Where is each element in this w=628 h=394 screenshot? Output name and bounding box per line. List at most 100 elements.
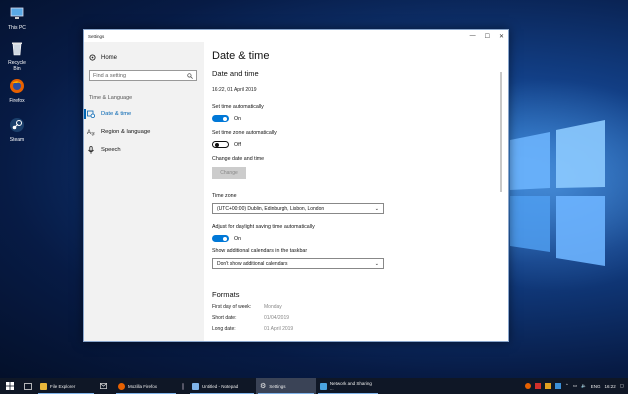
globe-language-icon: A字	[87, 130, 95, 137]
chevron-up-icon[interactable]: ⌃	[565, 383, 569, 389]
sidebar-item-home[interactable]: Home	[84, 42, 204, 61]
chevron-down-icon: ⌄	[374, 260, 379, 267]
svg-text:字: 字	[91, 131, 95, 137]
steam-icon	[10, 118, 24, 132]
speaker-icon[interactable]: 🔈	[581, 383, 587, 389]
firefox-tray-icon[interactable]	[525, 383, 532, 389]
toggle-state: On	[234, 115, 242, 122]
current-datetime: 16:22, 01 April 2019	[212, 87, 257, 93]
app-icon	[182, 382, 184, 390]
formats-title: Formats	[212, 290, 240, 299]
notepad-icon	[192, 382, 199, 390]
toggle-state: Off	[234, 141, 241, 148]
mail-icon	[100, 383, 107, 389]
start-button[interactable]	[0, 378, 20, 394]
taskbar-item-mail[interactable]	[96, 378, 114, 394]
folder-icon	[40, 382, 47, 390]
set-time-auto-label: Set time automatically	[212, 104, 264, 110]
change-button[interactable]: Change	[212, 167, 246, 179]
sidebar-home-label: Home	[101, 54, 118, 61]
sidebar-item-date-time[interactable]: Date & time	[84, 105, 204, 123]
taskbar-item-label: Settings	[269, 383, 286, 389]
task-view-icon	[24, 382, 32, 390]
taskbar-item-network[interactable]: Network and Sharing ...	[316, 378, 380, 394]
set-timezone-auto-toggle[interactable]	[212, 141, 229, 148]
gear-icon	[89, 54, 96, 61]
settings-window: Settings — ☐ ✕ Home Find a setting Time …	[83, 29, 509, 342]
network-icon[interactable]: ▭	[573, 383, 577, 389]
clock[interactable]: 16:22	[604, 384, 615, 389]
format-value: 01 April 2019	[264, 326, 294, 332]
desktop-icon-recycle-bin[interactable]: Recycle Bin	[4, 40, 30, 72]
sidebar-item-speech[interactable]: Speech	[84, 141, 204, 159]
section-title: Date and time	[212, 69, 259, 78]
taskbar-item-app[interactable]	[178, 378, 188, 394]
toggle-state: On	[234, 235, 242, 242]
calendars-label: Show additional calendars in the taskbar	[212, 248, 308, 254]
taskbar-item-label: Untitled - Notepad	[202, 383, 239, 389]
format-value: 01/04/2019	[264, 315, 290, 321]
chevron-down-icon: ⌄	[374, 205, 379, 212]
desktop-icon-this-pc[interactable]: This PC	[4, 5, 30, 31]
firefox-icon	[118, 382, 125, 390]
notification-icon[interactable]: ▢	[620, 383, 624, 389]
app-tray-icon[interactable]	[555, 383, 562, 389]
taskbar-item-notepad[interactable]: Untitled - Notepad	[188, 378, 256, 394]
main-content: Date & time Date and time 16:22, 01 Apri…	[212, 42, 502, 341]
time-zone-dropdown[interactable]: (UTC+00:00) Dublin, Edinburgh, Lisbon, L…	[212, 203, 384, 214]
minimize-button[interactable]: —	[470, 33, 476, 40]
calendars-value: Don't show additional calendars	[217, 260, 288, 267]
sidebar-item-label: Speech	[101, 147, 121, 153]
format-key: Long date:	[212, 326, 236, 332]
calendar-clock-icon	[87, 110, 95, 118]
sidebar-section-title: Time & Language	[89, 95, 133, 101]
gear-icon: ⚙	[260, 383, 267, 390]
page-title: Date & time	[212, 50, 270, 62]
taskbar-item-label: Mozilla Firefox	[128, 383, 158, 389]
taskbar-item-file-explorer[interactable]: File Explorer	[36, 378, 96, 394]
microphone-icon	[88, 146, 94, 154]
app-tray-icon[interactable]	[545, 383, 552, 389]
desktop-icon-label: Firefox	[9, 98, 25, 104]
taskbar-item-settings[interactable]: ⚙ Settings	[256, 378, 316, 394]
recycle-bin-icon	[12, 42, 22, 56]
taskbar-item-label: File Explorer	[50, 383, 76, 389]
desktop: This PC Recycle Bin Firefox Steam Settin…	[0, 0, 628, 378]
format-key: Short date:	[212, 315, 237, 321]
sidebar-item-label: Region & language	[101, 129, 151, 135]
sidebar-item-region-language[interactable]: A字 Region & language	[84, 123, 204, 141]
window-title: Settings	[88, 33, 105, 39]
scrollbar[interactable]	[500, 72, 502, 192]
title-bar[interactable]: Settings — ☐ ✕	[84, 30, 508, 42]
windows-start-icon	[6, 382, 14, 390]
set-timezone-auto-label: Set time zone automatically	[212, 130, 277, 136]
desktop-icon-label: Recycle Bin	[8, 60, 26, 72]
windows-logo-wallpaper	[510, 120, 605, 266]
computer-icon	[10, 7, 24, 19]
sidebar: Home Find a setting Time & Language Date…	[84, 42, 204, 341]
desktop-icon-label: Steam	[9, 137, 25, 143]
set-time-auto-toggle[interactable]	[212, 115, 229, 122]
app-tray-icon[interactable]	[535, 383, 542, 389]
search-input[interactable]: Find a setting	[89, 70, 197, 81]
desktop-icon-firefox[interactable]: Firefox	[4, 78, 30, 104]
firefox-icon	[10, 79, 24, 93]
taskbar-item-label: Network and Sharing ...	[329, 381, 372, 391]
maximize-button[interactable]: ☐	[485, 33, 490, 40]
taskbar-item-firefox[interactable]: Mozilla Firefox	[114, 378, 178, 394]
task-view-button[interactable]	[20, 378, 36, 394]
calendars-dropdown[interactable]: Don't show additional calendars ⌄	[212, 258, 384, 269]
desktop-icon-label: This PC	[8, 25, 26, 31]
language-indicator[interactable]: ENG	[591, 384, 601, 389]
network-icon	[320, 382, 327, 390]
dst-toggle[interactable]	[212, 235, 229, 242]
system-tray: ⌃ ▭ 🔈 ENG 16:22 ▢	[525, 378, 624, 394]
time-zone-value: (UTC+00:00) Dublin, Edinburgh, Lisbon, L…	[217, 205, 325, 212]
desktop-icon-steam[interactable]: Steam	[4, 117, 30, 143]
format-row: Short date: 01/04/2019	[212, 315, 502, 321]
format-value: Monday	[264, 304, 282, 310]
close-button[interactable]: ✕	[499, 33, 504, 40]
search-placeholder: Find a setting	[93, 72, 127, 79]
search-icon	[187, 72, 193, 79]
taskbar: File Explorer Mozilla Firefox Untitled -…	[0, 378, 628, 394]
